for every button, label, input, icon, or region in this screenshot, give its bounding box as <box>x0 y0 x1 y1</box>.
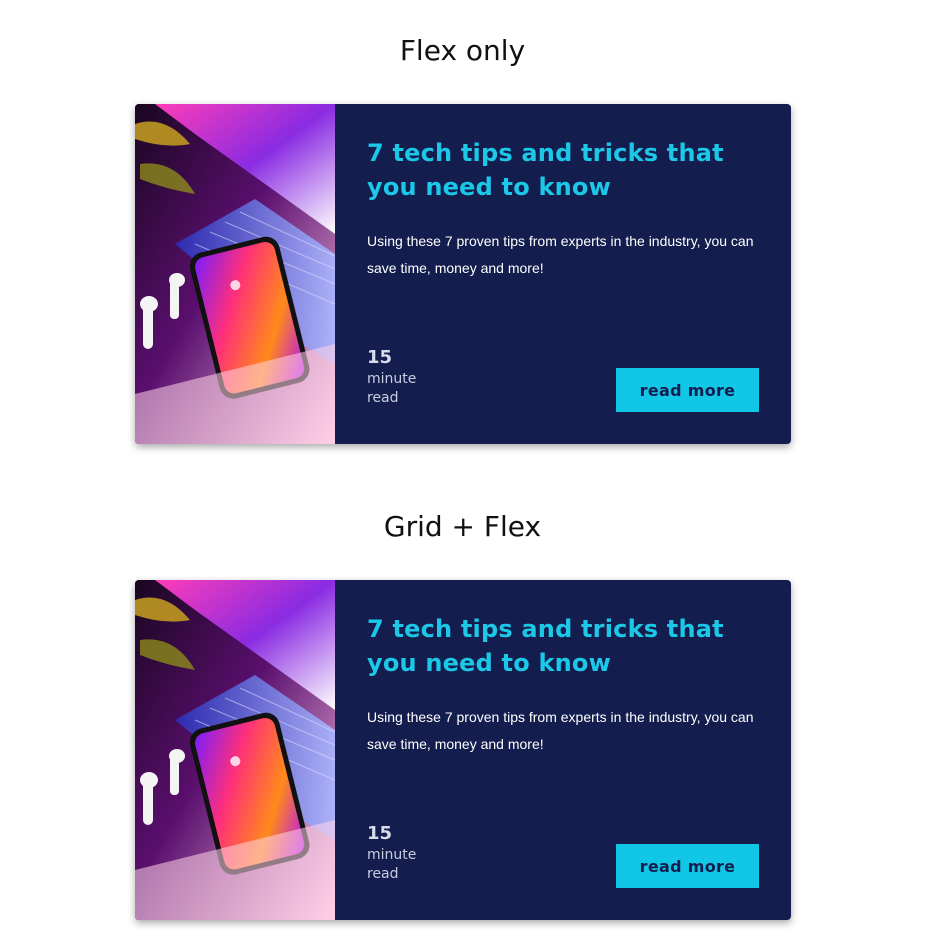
read-time: 15 minute read <box>367 346 416 408</box>
read-more-button[interactable]: read more <box>616 368 759 412</box>
card-description: Using these 7 proven tips from experts i… <box>367 233 754 276</box>
article-image <box>135 580 335 920</box>
read-time-unit: read <box>367 866 399 882</box>
card-title: 7 tech tips and tricks that you need to … <box>367 139 724 201</box>
card-content: 7 tech tips and tricks that you need to … <box>335 104 791 444</box>
section-heading-grid-flex: Grid + Flex <box>383 510 542 543</box>
read-time: 15 minute read <box>367 822 416 884</box>
read-time-unit: read <box>367 390 399 406</box>
read-time-number: 15 <box>367 347 393 368</box>
card-description: Using these 7 proven tips from experts i… <box>367 709 754 752</box>
section-heading-flex-only: Flex only <box>399 34 526 67</box>
article-image <box>135 104 335 444</box>
read-time-unit: minute <box>367 847 417 863</box>
article-card: 7 tech tips and tricks that you need to … <box>135 104 791 444</box>
article-card: 7 tech tips and tricks that you need to … <box>135 580 791 920</box>
card-title: 7 tech tips and tricks that you need to … <box>367 615 724 677</box>
read-time-number: 15 <box>367 823 393 844</box>
card-content: 7 tech tips and tricks that you need to … <box>335 580 791 920</box>
read-more-button[interactable]: read more <box>616 844 759 888</box>
read-time-unit: minute <box>367 371 417 387</box>
